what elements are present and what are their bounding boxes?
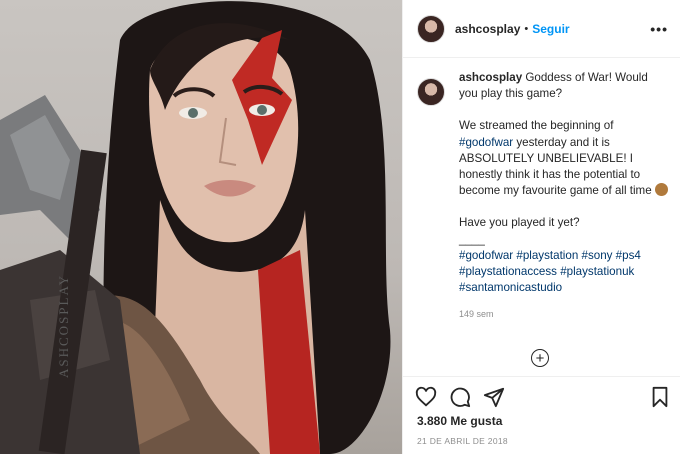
caption-rule: ____	[459, 232, 485, 246]
hashtag-link[interactable]: #godofwar	[459, 249, 513, 262]
comment-icon[interactable]	[449, 386, 471, 408]
caption-text-2a: We streamed the beginning of	[459, 119, 614, 133]
post-date: 21 DE ABRIL DE 2018	[417, 436, 508, 446]
cosplay-photo-illustration: ASHCOSPLAY	[0, 1, 391, 454]
caption-para-2: We streamed the beginning of #godofwar y…	[459, 118, 669, 199]
header-separator: •	[524, 22, 529, 35]
header-username[interactable]: ashcosplay	[455, 22, 520, 36]
hashtag-link[interactable]: #godofwar	[459, 136, 513, 149]
bookmark-icon[interactable]	[649, 386, 671, 408]
hashtag-link[interactable]: #sony	[582, 249, 613, 262]
hashtag-link[interactable]: #ps4	[616, 249, 641, 262]
caption-hashtags: #godofwar #playstation #sony #ps4 #plays…	[459, 248, 669, 297]
heart-icon[interactable]	[415, 386, 437, 408]
monkey-emoji-icon	[654, 183, 668, 197]
share-icon[interactable]	[483, 386, 505, 408]
avatar[interactable]	[417, 14, 445, 43]
instagram-post: ASHCOSPLAY ashcosplay • Seguir ••• ashco…	[0, 0, 680, 454]
post-header: ashcosplay • Seguir •••	[403, 0, 680, 58]
hashtag-link[interactable]: #playstation	[516, 249, 578, 262]
action-icons	[403, 377, 680, 417]
post-time-ago[interactable]: 149 sem	[459, 306, 669, 322]
caption-username[interactable]: ashcosplay	[459, 71, 522, 84]
hashtag-link[interactable]: #playstationaccess	[459, 265, 557, 278]
plus-circle-icon[interactable]: +	[531, 349, 549, 367]
caption: ashcosplay Goddess of War! Would you pla…	[417, 70, 669, 323]
caption-avatar[interactable]	[417, 78, 445, 106]
caption-para-1: ashcosplay Goddess of War! Would you pla…	[459, 70, 669, 102]
follow-button[interactable]: Seguir	[532, 22, 569, 36]
post-sidebar: ashcosplay • Seguir ••• ashcosplay Godde…	[402, 0, 680, 454]
action-bar	[403, 376, 680, 417]
photo-watermark: ASHCOSPLAY	[56, 274, 71, 378]
caption-text-3: Have you played it yet?	[459, 216, 580, 230]
caption-para-3: Have you played it yet? ____	[459, 215, 669, 247]
hashtag-link[interactable]: #playstationuk	[560, 265, 634, 278]
hashtag-link[interactable]: #santamonicastudio	[459, 281, 562, 294]
more-icon[interactable]: •••	[650, 21, 668, 37]
post-photo[interactable]: ASHCOSPLAY	[0, 0, 402, 454]
like-count[interactable]: 3.880 Me gusta	[417, 414, 502, 428]
caption-body: ashcosplay Goddess of War! Would you pla…	[459, 70, 669, 323]
